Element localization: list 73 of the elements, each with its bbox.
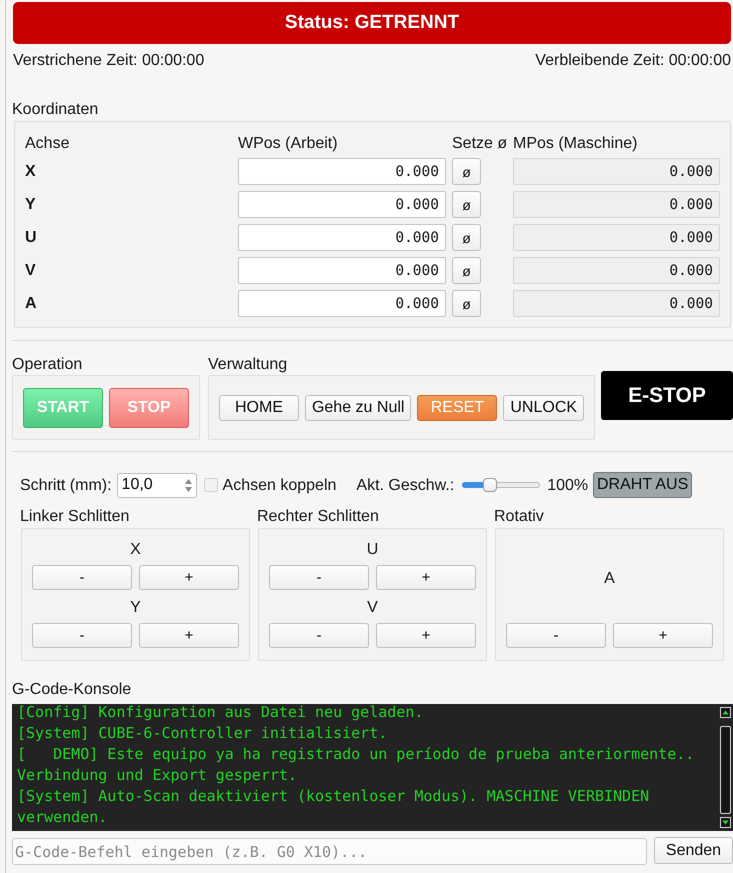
axis-label: V [25,262,36,279]
group-title: Linker Schlitten [20,508,130,525]
axis-label: X [25,163,36,180]
column-header: WPos (Arbeit) [238,134,338,152]
command-button[interactable]: UNLOCK [503,394,584,420]
jog-plus-button[interactable]: + [139,565,239,590]
axis-label: U [366,540,378,558]
set-zero-button[interactable]: ø [452,158,481,185]
log-line: [Config] Konfiguration aus Datei neu geladen. [17,702,424,723]
couple-checkbox[interactable] [204,478,218,492]
jog-plus-button[interactable]: + [376,565,476,590]
status-banner: Status: GETRENNT [13,2,731,44]
set-zero-button[interactable]: ø [452,191,481,218]
couple-label: Achsen koppeln [222,476,336,494]
log-line: [System] CUBE-6-Controller initialisiert. [17,723,388,744]
jog-plus-button[interactable]: + [139,623,239,648]
jog-plus-button[interactable]: + [613,623,713,648]
axis-label: X [130,540,141,558]
speed-reading: 100% [547,476,588,494]
log-line: [ DEMO] Este equipo ya ha registrado un período de prueba anteriormente.. Verbindung und Export gesperrt. [17,744,696,786]
section-title: Operation [12,356,82,373]
column-header: Achse [25,134,70,152]
command-button[interactable]: Gehe zu Null [305,394,412,420]
command-button[interactable]: HOME [219,394,299,420]
axis-label: V [367,598,378,616]
scroll-up-icon[interactable] [720,707,731,718]
remaining-time-label: Verbleibende Zeit: 00:00:00 [535,52,731,69]
mpos-field[interactable]: 0.000 [513,191,720,218]
send-button[interactable]: Senden [654,837,733,864]
axis-label: A [25,295,37,312]
command-input[interactable]: G-Code-Befehl eingeben (z.B. G0 X10)... [12,838,647,865]
axis-label: Y [25,196,36,213]
axis-label: U [25,229,37,246]
scrollbar-thumb[interactable] [720,726,731,814]
wpos-input[interactable]: 0.000 [238,290,446,317]
wire-toggle-button[interactable]: DRAHT AUS [593,472,692,498]
jog-minus-button[interactable]: - [269,565,369,590]
wpos-input[interactable]: 0.000 [238,224,446,251]
mpos-field[interactable]: 0.000 [513,224,720,251]
section-title: G-Code-Konsole [12,681,132,698]
set-zero-button[interactable]: ø [452,257,481,284]
group-title: Rotativ [494,508,544,525]
caret-down-icon[interactable] [185,486,192,492]
mpos-field[interactable]: 0.000 [513,257,720,284]
set-zero-button[interactable]: ø [452,290,481,317]
mpos-field[interactable]: 0.000 [513,290,720,317]
speed-label: Akt. Geschw.: [356,476,454,494]
axis-label: Y [130,598,141,616]
jog-minus-button[interactable]: - [269,623,369,648]
jog-minus-button[interactable]: - [506,623,606,648]
step-input[interactable]: 10,0 [116,472,197,498]
scroll-down-icon[interactable] [720,817,731,828]
set-zero-button[interactable]: ø [452,224,481,251]
wpos-input[interactable]: 0.000 [238,158,446,185]
log-line: [System] Auto-Scan deaktiviert (kostenloser Modus). MASCHINE VERBINDEN verwenden. [17,786,650,828]
jog-minus-button[interactable]: - [32,565,132,590]
section-title: Verwaltung [208,356,288,373]
speed-slider[interactable] [462,478,540,492]
section-title: Koordinaten [12,101,98,118]
emergency-stop-button[interactable]: E-STOP [601,371,733,420]
mpos-field[interactable]: 0.000 [513,158,720,185]
wpos-input[interactable]: 0.000 [238,257,446,284]
wpos-input[interactable]: 0.000 [238,191,446,218]
jog-plus-button[interactable]: + [376,623,476,648]
column-header: MPos (Maschine) [513,134,638,152]
slider-thumb[interactable] [483,478,498,492]
axis-label: A [604,570,615,586]
elapsed-time-label: Verstrichene Zeit: 00:00:00 [13,52,204,69]
step-label: Schritt (mm): [20,476,112,494]
column-header: Setze ø [452,134,508,152]
group-title: Rechter Schlitten [257,508,379,525]
caret-up-icon[interactable] [185,478,192,484]
jog-minus-button[interactable]: - [32,623,132,648]
